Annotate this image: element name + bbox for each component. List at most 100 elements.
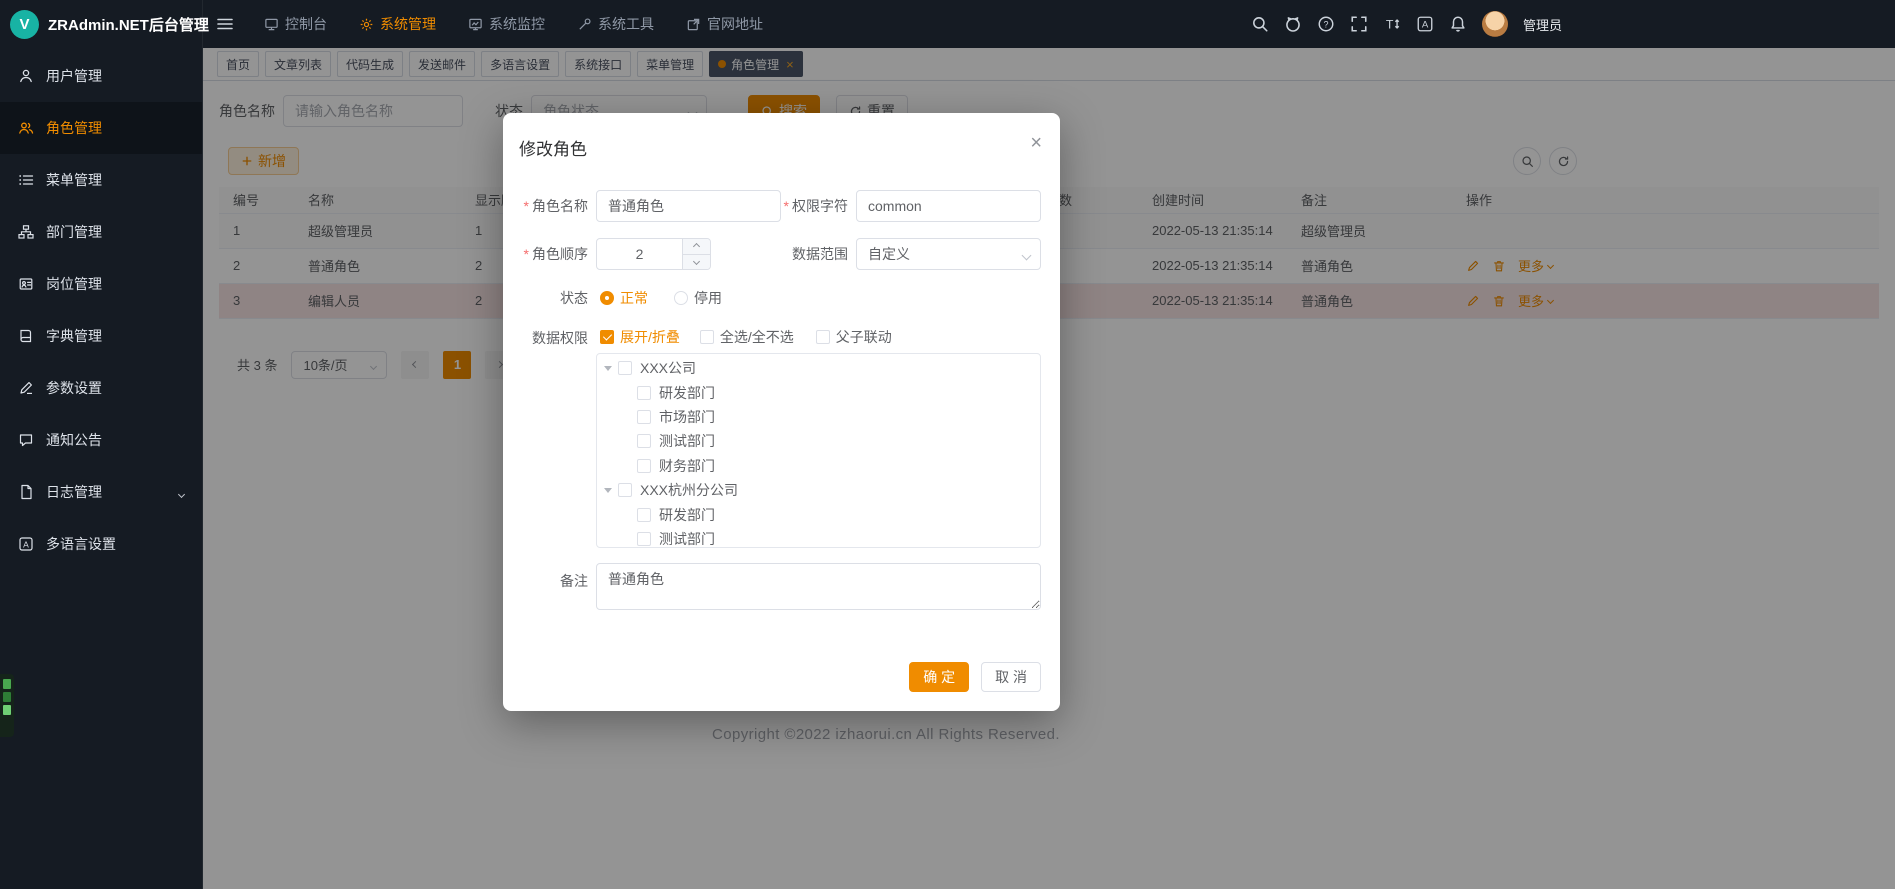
caret-down-icon[interactable] bbox=[604, 366, 612, 371]
sidebar-item-logs[interactable]: 日志管理 bbox=[0, 466, 202, 518]
dict-book-icon bbox=[18, 328, 34, 344]
tree-node-label[interactable]: 财务部门 bbox=[659, 456, 715, 476]
sidebar-item-label: 用户管理 bbox=[46, 66, 102, 86]
corner-widget-bar bbox=[3, 679, 11, 689]
checkbox-icon bbox=[600, 330, 614, 344]
bell-icon[interactable] bbox=[1449, 15, 1467, 33]
font-size-icon[interactable]: T bbox=[1383, 15, 1401, 33]
sidebar-item-label: 菜单管理 bbox=[46, 170, 102, 190]
nav-item-system-management[interactable]: 系统管理 bbox=[359, 14, 436, 34]
confirm-button[interactable]: 确 定 bbox=[909, 662, 969, 692]
tree-checkbox[interactable] bbox=[637, 410, 651, 424]
sidebar-item-parameters[interactable]: 参数设置 bbox=[0, 362, 202, 414]
logo-row[interactable]: V ZRAdmin.NET后台管理 bbox=[0, 0, 202, 48]
tree-checkbox[interactable] bbox=[637, 386, 651, 400]
tree-node-label[interactable]: XXX公司 bbox=[640, 358, 696, 378]
field-label-text: 数据范围 bbox=[792, 246, 848, 262]
corner-widget-bar bbox=[3, 692, 11, 702]
translate-icon[interactable]: A bbox=[1416, 15, 1434, 33]
tree-node-label[interactable]: XXX杭州分公司 bbox=[640, 480, 738, 500]
decrease-button[interactable] bbox=[683, 255, 710, 270]
dialog-header: 修改角色 × bbox=[503, 113, 1060, 171]
sidebar-item-roles[interactable]: 角色管理 bbox=[0, 102, 202, 154]
fullscreen-icon[interactable] bbox=[1350, 15, 1368, 33]
tree-node[interactable]: XXX公司 bbox=[597, 356, 1040, 380]
search-icon[interactable] bbox=[1251, 15, 1269, 33]
radio-disabled[interactable]: 停用 bbox=[674, 288, 722, 308]
tree-node-label[interactable]: 测试部门 bbox=[659, 529, 715, 548]
nav-label: 系统工具 bbox=[598, 14, 654, 34]
role-order-input[interactable] bbox=[597, 239, 682, 269]
cancel-button[interactable]: 取 消 bbox=[981, 662, 1041, 692]
increase-button[interactable] bbox=[683, 239, 710, 255]
radio-normal[interactable]: 正常 bbox=[600, 288, 648, 308]
nav-item-website[interactable]: 官网地址 bbox=[686, 14, 763, 34]
tree-checkbox[interactable] bbox=[618, 483, 632, 497]
sidebar-item-label: 角色管理 bbox=[46, 118, 102, 138]
data-scope-select[interactable]: 自定义 bbox=[856, 238, 1041, 270]
chevron-down-icon bbox=[1023, 246, 1030, 262]
tree-node-label[interactable]: 测试部门 bbox=[659, 431, 715, 451]
tree-checkbox[interactable] bbox=[637, 459, 651, 473]
avatar[interactable] bbox=[1482, 11, 1508, 37]
required-asterisk: * bbox=[524, 198, 529, 214]
chevron-down-icon bbox=[693, 258, 700, 265]
sidebar-item-languages[interactable]: A 多语言设置 bbox=[0, 518, 202, 570]
nav-item-system-tools[interactable]: 系统工具 bbox=[577, 14, 654, 34]
tree-node[interactable]: 财务部门 bbox=[597, 454, 1040, 478]
expand-collapse-checkbox[interactable]: 展开/折叠 bbox=[600, 327, 680, 347]
question-icon[interactable]: ? bbox=[1317, 15, 1335, 33]
close-icon[interactable]: × bbox=[1030, 133, 1042, 153]
tree-node-label[interactable]: 研发部门 bbox=[659, 505, 715, 525]
sidebar: V ZRAdmin.NET后台管理 用户管理 角色管理 菜单管理 部门管理 岗位… bbox=[0, 0, 203, 889]
tree-checkbox[interactable] bbox=[637, 434, 651, 448]
tree-checkbox[interactable] bbox=[618, 361, 632, 375]
role-name-field[interactable] bbox=[596, 190, 781, 222]
param-edit-icon bbox=[18, 380, 34, 396]
sidebar-menu: 用户管理 角色管理 菜单管理 部门管理 岗位管理 字典管理 参数设置 通知公告 bbox=[0, 50, 202, 570]
sidebar-item-label: 岗位管理 bbox=[46, 274, 102, 294]
corner-widget-bar bbox=[3, 705, 11, 715]
caret-down-icon[interactable] bbox=[604, 488, 612, 493]
field-label-text: 状态 bbox=[560, 290, 588, 306]
sidebar-item-dictionary[interactable]: 字典管理 bbox=[0, 310, 202, 362]
sidebar-item-users[interactable]: 用户管理 bbox=[0, 50, 202, 102]
hamburger-icon[interactable] bbox=[216, 15, 234, 33]
field-label-text: 角色顺序 bbox=[532, 246, 588, 262]
corner-widget[interactable] bbox=[0, 674, 14, 737]
select-all-checkbox[interactable]: 全选/全不选 bbox=[700, 327, 794, 347]
dept-tree-icon bbox=[18, 224, 34, 240]
remark-field-label: 备注 bbox=[503, 571, 596, 591]
sidebar-item-label: 多语言设置 bbox=[46, 534, 116, 554]
required-asterisk: * bbox=[784, 198, 789, 214]
tree-checkbox[interactable] bbox=[637, 532, 651, 546]
sidebar-item-menus[interactable]: 菜单管理 bbox=[0, 154, 202, 206]
caret-placeholder bbox=[622, 441, 631, 442]
tree-node[interactable]: 研发部门 bbox=[597, 380, 1040, 404]
user-name[interactable]: 管理员 bbox=[1523, 15, 1562, 34]
tree-checkbox[interactable] bbox=[637, 508, 651, 522]
sidebar-item-posts[interactable]: 岗位管理 bbox=[0, 258, 202, 310]
tree-node[interactable]: 市场部门 bbox=[597, 405, 1040, 429]
nav-label: 系统管理 bbox=[380, 14, 436, 34]
sidebar-item-notices[interactable]: 通知公告 bbox=[0, 414, 202, 466]
tree-node[interactable]: 研发部门 bbox=[597, 502, 1040, 526]
tree-node[interactable]: 测试部门 bbox=[597, 429, 1040, 453]
dialog-title: 修改角色 bbox=[519, 140, 587, 159]
nav-item-system-monitor[interactable]: 系统监控 bbox=[468, 14, 545, 34]
remark-textarea[interactable]: 普通角色 bbox=[596, 563, 1041, 610]
sidebar-item-departments[interactable]: 部门管理 bbox=[0, 206, 202, 258]
perm-char-field[interactable] bbox=[856, 190, 1041, 222]
tree-node-label[interactable]: 研发部门 bbox=[659, 383, 715, 403]
nav-item-console[interactable]: 控制台 bbox=[264, 14, 327, 34]
checkbox-label: 展开/折叠 bbox=[620, 327, 680, 347]
svg-text:T: T bbox=[1386, 18, 1394, 32]
radio-label: 正常 bbox=[620, 288, 648, 308]
tree-node[interactable]: 测试部门 bbox=[597, 527, 1040, 548]
parent-child-link-checkbox[interactable]: 父子联动 bbox=[816, 327, 892, 347]
svg-text:?: ? bbox=[1323, 19, 1328, 29]
sidebar-item-label: 通知公告 bbox=[46, 430, 102, 450]
github-icon[interactable] bbox=[1284, 15, 1302, 33]
tree-node-label[interactable]: 市场部门 bbox=[659, 407, 715, 427]
tree-node[interactable]: XXX杭州分公司 bbox=[597, 478, 1040, 502]
